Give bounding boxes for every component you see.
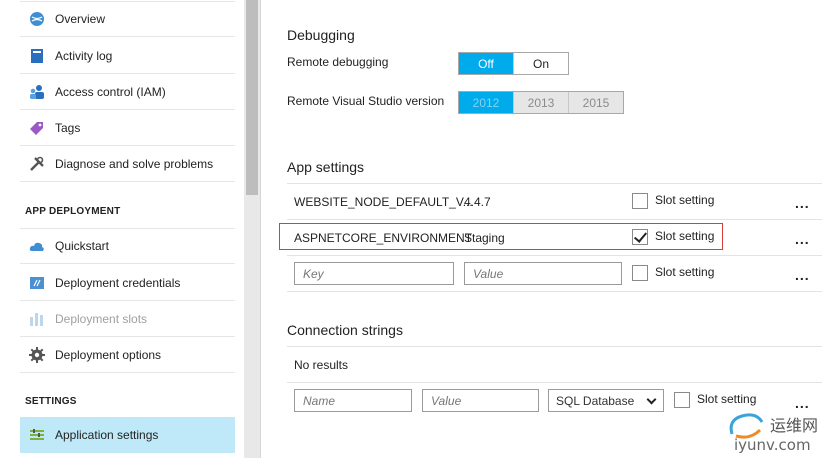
- row-divider: [287, 346, 822, 347]
- watermark-text-url: iyunv.com: [734, 436, 811, 454]
- row-divider: [287, 382, 822, 383]
- pane-divider: [260, 0, 261, 458]
- wrench-icon: [29, 156, 45, 172]
- section-header-app-deployment: APP DEPLOYMENT: [25, 206, 121, 217]
- watermark-text-cn: 运维网: [770, 416, 819, 435]
- more-options-button[interactable]: ...: [795, 267, 810, 283]
- users-icon: [29, 84, 45, 100]
- nav-item-quickstart[interactable]: Quickstart: [20, 228, 235, 264]
- app-setting-key-input[interactable]: [294, 262, 454, 285]
- remote-debugging-toggle: Off On: [458, 52, 569, 75]
- slot-setting-label: Slot setting: [655, 265, 715, 279]
- nav-item-diagnose[interactable]: Diagnose and solve problems: [20, 146, 235, 182]
- remote-debugging-on[interactable]: On: [514, 53, 568, 74]
- settings-list-icon: [29, 427, 45, 443]
- nav-item-deployment-slots[interactable]: Deployment slots: [20, 301, 235, 337]
- connection-name-input[interactable]: [294, 389, 412, 412]
- more-options-button[interactable]: ...: [795, 195, 810, 211]
- nav-label: Overview: [55, 12, 106, 26]
- credentials-icon: [29, 275, 45, 291]
- chevron-down-icon: [646, 394, 657, 405]
- nav-label: Application settings: [55, 428, 159, 442]
- app-setting-value-input[interactable]: [464, 262, 622, 285]
- row-divider: [287, 219, 822, 220]
- nav-item-deployment-options[interactable]: Deployment options: [20, 337, 235, 373]
- slot-setting-label: Slot setting: [655, 229, 715, 243]
- row-divider: [287, 255, 822, 256]
- nav-label: Activity log: [55, 48, 113, 63]
- app-setting-value[interactable]: Staging: [464, 231, 505, 245]
- slot-setting-label: Slot setting: [697, 392, 757, 406]
- gear-icon: [29, 346, 45, 363]
- nav-label: Deployment slots: [55, 311, 148, 326]
- debugging-title: Debugging: [287, 27, 355, 43]
- app-setting-key: ASPNETCORE_ENVIRONMENT: [294, 231, 473, 245]
- connection-type-select[interactable]: SQL Database: [548, 389, 664, 412]
- more-options-button[interactable]: ...: [795, 395, 810, 411]
- nav-item-activity-log[interactable]: Activity log: [20, 38, 235, 74]
- nav-item-access-control[interactable]: Access control (IAM): [20, 74, 235, 110]
- left-nav: Overview Activity log Access control (IA…: [0, 0, 244, 458]
- slot-setting-checkbox[interactable]: [632, 265, 648, 281]
- connection-strings-title: Connection strings: [287, 322, 403, 338]
- section-header-settings: SETTINGS: [25, 396, 77, 407]
- connection-value-input[interactable]: [422, 389, 539, 412]
- log-icon: [29, 48, 45, 64]
- watermark-logo: 运维网 iyunv.com: [726, 410, 833, 458]
- vs-version-2013[interactable]: 2013: [514, 92, 569, 113]
- nav-label: Tags: [55, 120, 81, 135]
- vs-version-2015[interactable]: 2015: [569, 92, 623, 113]
- slots-icon: [29, 311, 45, 327]
- nav-label: Quickstart: [55, 239, 110, 253]
- slot-setting-checkbox[interactable]: [632, 229, 648, 245]
- remote-debugging-off[interactable]: Off: [459, 53, 514, 74]
- nav-item-tags[interactable]: Tags: [20, 110, 235, 146]
- more-options-button[interactable]: ...: [795, 231, 810, 247]
- tag-icon: [29, 120, 45, 136]
- nav-label: Deployment credentials: [55, 275, 181, 290]
- no-results-text: No results: [294, 358, 349, 372]
- slot-setting-label: Slot setting: [655, 193, 715, 207]
- nav-label: Deployment options: [55, 347, 162, 362]
- row-divider: [287, 291, 822, 292]
- nav-scrollbar-thumb[interactable]: [246, 0, 258, 195]
- slot-setting-checkbox[interactable]: [674, 392, 690, 408]
- app-setting-value[interactable]: 4.4.7: [464, 195, 491, 209]
- app-settings-title: App settings: [287, 159, 365, 175]
- row-divider: [287, 183, 822, 184]
- nav-item-overview[interactable]: Overview: [20, 1, 235, 37]
- vs-version-label: Remote Visual Studio version: [287, 94, 445, 108]
- vs-version-toggle: 2012 2013 2015: [458, 91, 624, 114]
- nav-item-application-settings[interactable]: Application settings: [20, 417, 235, 453]
- vs-version-2012[interactable]: 2012: [459, 92, 514, 113]
- app-setting-key: WEBSITE_NODE_DEFAULT_V...: [294, 195, 473, 209]
- remote-debugging-label: Remote debugging: [287, 55, 389, 69]
- cloud-icon: [29, 238, 45, 254]
- nav-label: Diagnose and solve problems: [55, 156, 214, 171]
- nav-label: Access control (IAM): [55, 84, 166, 99]
- globe-icon: [29, 11, 45, 27]
- connection-type-value: SQL Database: [556, 393, 635, 408]
- slot-setting-checkbox[interactable]: [632, 193, 648, 209]
- nav-item-deployment-credentials[interactable]: Deployment credentials: [20, 265, 235, 301]
